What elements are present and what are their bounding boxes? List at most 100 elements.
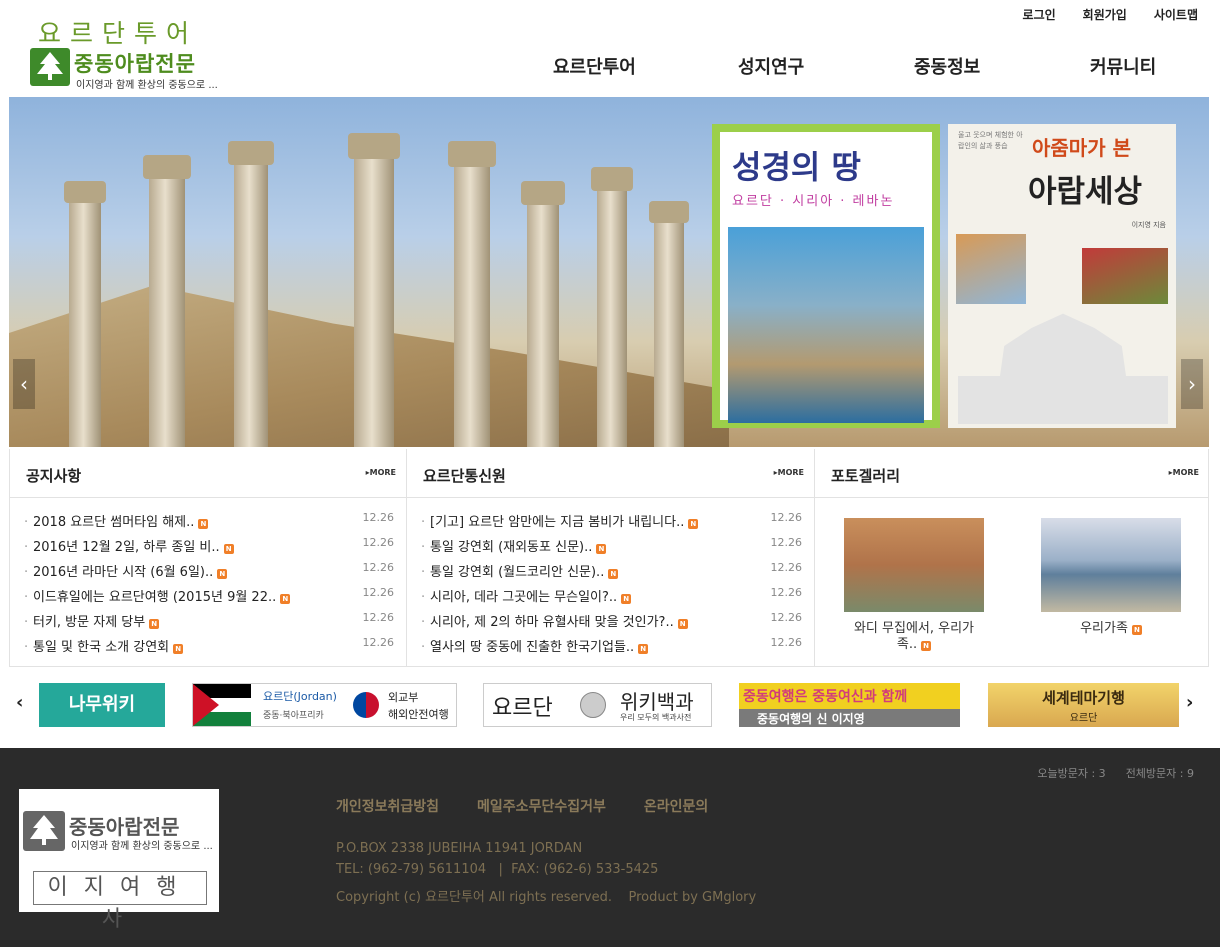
list-item-date: 12.26 — [362, 561, 395, 574]
mofa-travel-link[interactable]: 요르단(Jordan) 중동·북아프리카 외교부 해외안전여행 — [192, 683, 457, 727]
list-item[interactable]: · 통일 및 한국 소개 강연회 N 12.26 — [24, 636, 396, 661]
book2-photo — [956, 234, 1026, 304]
logo-slogan: 이지영과 함께 환상의 중동으로 ... — [76, 80, 218, 91]
bullet: · — [421, 615, 426, 630]
list-item[interactable]: · 2018 요르단 썸머타임 해제.. N 12.26 — [24, 511, 396, 536]
notice-more-button[interactable]: ▸MORE — [366, 468, 396, 477]
banner-capital — [448, 141, 496, 167]
book-cover-arab-world[interactable]: 울고 웃으며 체험한 아랍인의 삶과 풍습 아줌마가 본 아랍세상 이지영 지음 — [948, 124, 1176, 428]
banner-column — [454, 147, 490, 447]
list-item-title[interactable]: 통일 강연회 (월드코리안 신문).. — [430, 565, 604, 580]
list-item[interactable]: · 열사의 땅 중동에 진출한 한국기업들.. N 12.26 — [421, 636, 804, 661]
banner-column — [149, 162, 185, 447]
logo-name: 중동아랍전문 — [74, 52, 196, 76]
list-item-title[interactable]: 시리아, 데라 그곳에는 무슨일이?.. — [430, 590, 617, 605]
correspondent-title[interactable]: 요르단통신원 — [423, 465, 506, 486]
correspondent-board: 요르단통신원 ▸MORE · [기고] 요르단 암만에는 지금 봄비가 내립니다.… — [407, 449, 815, 667]
mofa-safety-label: 해외안전여행 — [388, 708, 449, 721]
book-cover-holy-land[interactable]: 성경의 땅 요르단 · 시리아 · 레바논 — [712, 124, 940, 428]
gallery-thumb[interactable] — [844, 518, 984, 612]
book1-subtitle: 요르단 · 시리아 · 레바논 — [732, 194, 895, 209]
bullet: · — [421, 565, 426, 580]
correspondent-more-button[interactable]: ▸MORE — [774, 468, 804, 477]
theme-line2: 요르단 — [1069, 713, 1098, 724]
online-inquiry-link[interactable]: 온라인문의 — [644, 796, 708, 816]
gallery-more-button[interactable]: ▸MORE — [1169, 468, 1199, 477]
book2-tagline: 울고 웃으며 체험한 아랍인의 삶과 풍습 — [958, 131, 1023, 150]
login-link[interactable]: 로그인 — [1023, 6, 1056, 23]
list-item-title[interactable]: 2018 요르단 썸머타임 해제.. — [33, 515, 194, 530]
list-item-title[interactable]: 통일 및 한국 소개 강연회 — [33, 640, 169, 655]
visitor-counter: 오늘방문자 : 3 전체방문자 : 9 — [1037, 765, 1194, 781]
list-item-title[interactable]: 시리아, 제 2의 하마 유혈사태 맞을 것인가?.. — [430, 615, 674, 630]
new-badge: N — [921, 641, 932, 651]
jordan-label: 요르단(Jordan) — [263, 690, 337, 703]
list-item[interactable]: · 이드휴일에는 요르단여행 (2015년 9월 22.. N 12.26 — [24, 586, 396, 611]
banner-prev-button[interactable]: ‹ — [13, 359, 35, 409]
nav-middle-east-info[interactable]: 중동정보 — [914, 53, 1090, 79]
bullet: · — [24, 590, 29, 605]
privacy-policy-link[interactable]: 개인정보취급방침 — [336, 796, 439, 816]
main-nav: 요르단투어 성지연구 중동정보 커뮤니티 — [553, 53, 1156, 79]
banner-capital — [348, 133, 400, 159]
sitemap-link[interactable]: 사이트맵 — [1154, 6, 1198, 23]
notice-board-head: 공지사항 ▸MORE — [10, 449, 406, 498]
banner-column — [354, 142, 394, 447]
list-item[interactable]: · 시리아, 제 2의 하마 유혈사태 맞을 것인가?.. N 12.26 — [421, 611, 804, 636]
signup-link[interactable]: 회원가입 — [1083, 6, 1127, 23]
gallery-title[interactable]: 포토겔러리 — [831, 465, 900, 486]
list-item[interactable]: · 2016년 12월 2일, 하루 종일 비.. N 12.26 — [24, 536, 396, 561]
list-item[interactable]: · 터키, 방문 자제 당부 N 12.26 — [24, 611, 396, 636]
nav-jordan-tour[interactable]: 요르단투어 — [553, 53, 738, 79]
list-item-title[interactable]: 통일 강연회 (재외동포 신문).. — [430, 540, 592, 555]
book2-title-main: 아랍세상 — [1028, 174, 1143, 210]
list-item-date: 12.26 — [362, 611, 395, 624]
list-item[interactable]: · 통일 강연회 (재외동포 신문).. N 12.26 — [421, 536, 804, 561]
correspondent-more-label: MORE — [777, 468, 804, 477]
wikipedia-link[interactable]: 요르단 위키백과 우리 모두의 백과사전 — [483, 683, 712, 727]
world-theme-travel-link[interactable]: 세계테마기행 요르단 — [988, 683, 1179, 727]
list-item-title[interactable]: [기고] 요르단 암만에는 지금 봄비가 내립니다.. — [430, 515, 684, 530]
banner-next-button[interactable]: › — [1181, 359, 1203, 409]
notice-more-label: MORE — [369, 468, 396, 477]
correspondent-list: · [기고] 요르단 암만에는 지금 봄비가 내립니다.. N 12.26 · 통일 강… — [421, 511, 804, 661]
list-item-date: 12.26 — [770, 536, 803, 549]
middle-east-travel-link[interactable]: 중동여행은 중동여신과 함께 중동여행의 신 이지영 — [739, 683, 960, 727]
email-refusal-link[interactable]: 메일주소무단수집거부 — [477, 796, 606, 816]
notice-title[interactable]: 공지사항 — [26, 465, 81, 486]
list-item-title[interactable]: 2016년 라마단 시작 (6월 6일).. — [33, 565, 213, 580]
gallery-caption[interactable]: 와디 무집에서, 우리가 족.. N — [844, 621, 984, 653]
nav-community[interactable]: 커뮤니티 — [1090, 53, 1156, 79]
list-item-title[interactable]: 터키, 방문 자제 당부 — [33, 615, 145, 630]
site-footer: 오늘방문자 : 3 전체방문자 : 9 중동아랍전문 이지영과 함께 환상의 중… — [0, 748, 1220, 947]
nav-holy-land-research[interactable]: 성지연구 — [738, 53, 914, 79]
banner-column — [654, 207, 684, 447]
new-badge: N — [280, 594, 291, 604]
list-item[interactable]: · [기고] 요르단 암만에는 지금 봄비가 내립니다.. N 12.26 — [421, 511, 804, 536]
links-prev-button[interactable]: ‹ — [16, 692, 23, 713]
list-item-title[interactable]: 열사의 땅 중동에 진출한 한국기업들.. — [430, 640, 634, 655]
site-logo[interactable]: 중동아랍전문 이지영과 함께 환상의 중동으로 ... — [30, 48, 218, 91]
list-item[interactable]: · 2016년 라마단 시작 (6월 6일).. N 12.26 — [24, 561, 396, 586]
wiki-sub: 우리 모두의 백과사전 — [620, 713, 692, 722]
new-badge: N — [149, 619, 160, 629]
footer-copyright: Copyright (c) 요르단투어 All rights reserved.… — [336, 890, 757, 905]
footer-logo-sign: 이지여행사 — [33, 871, 207, 932]
gallery-thumb[interactable] — [1041, 518, 1181, 612]
banner-column — [234, 147, 268, 447]
links-next-button[interactable]: › — [1186, 692, 1193, 713]
namu-wiki-link[interactable]: 나무위키 — [39, 683, 165, 727]
list-item[interactable]: · 통일 강연회 (월드코리안 신문).. N 12.26 — [421, 561, 804, 586]
list-item-title[interactable]: 2016년 12월 2일, 하루 종일 비.. — [33, 540, 220, 555]
gallery-caption[interactable]: 우리가족 N — [1041, 621, 1181, 637]
list-item[interactable]: · 시리아, 데라 그곳에는 무슨일이?.. N 12.26 — [421, 586, 804, 611]
footer-phone: TEL: (962-79) 5611104 | FAX: (962-6) 533… — [336, 862, 659, 877]
gallery-caption-line1: 우리가족 — [1080, 621, 1128, 636]
book1-photo — [728, 227, 924, 423]
gallery-more-label: MORE — [1172, 468, 1199, 477]
new-badge: N — [638, 644, 649, 654]
list-item-title[interactable]: 이드휴일에는 요르단여행 (2015년 9월 22.. — [33, 590, 276, 605]
site-title[interactable]: 요르단투어 — [38, 14, 198, 50]
footer-address: P.O.BOX 2338 JUBEIHA 11941 JORDAN TEL: (… — [336, 838, 658, 880]
list-item-date: 12.26 — [770, 611, 803, 624]
